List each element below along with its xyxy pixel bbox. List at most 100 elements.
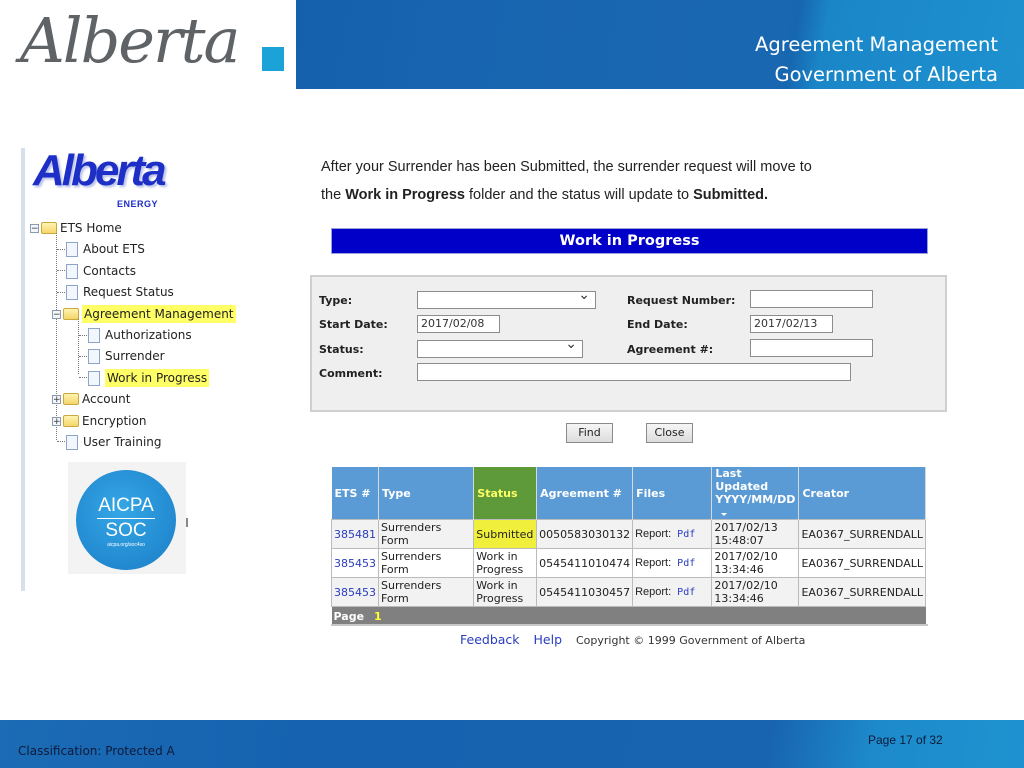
tree-item-work-in-progress[interactable]: Work in Progress — [88, 369, 210, 387]
ets-link[interactable]: 385453 — [334, 586, 376, 599]
page-number: Page 17 of 32 — [868, 733, 943, 747]
col-header-last-updated[interactable]: Last Updated YYYY/MM/DD — [711, 467, 800, 520]
request-number-input[interactable] — [750, 290, 873, 308]
pager-page-link[interactable]: 1 — [374, 610, 382, 623]
col-header-type[interactable]: Type — [378, 467, 475, 520]
type-cell: Surrenders Form — [377, 548, 475, 578]
pager-row: Page 1 — [331, 606, 926, 625]
tree-item-label: About ETS — [83, 242, 145, 256]
table-row: 385453 Surrenders Form Work in Progress … — [331, 577, 926, 607]
pdf-link[interactable]: Pdf — [677, 587, 695, 598]
date-text: 2017/02/13 — [714, 521, 778, 534]
collapse-icon[interactable]: − — [52, 309, 61, 319]
tree-item-authorizations[interactable]: Authorizations — [88, 326, 192, 344]
tree-item-label: Work in Progress — [105, 369, 210, 387]
close-button[interactable]: Close — [646, 423, 693, 443]
alberta-logo: Alberta — [0, 0, 296, 89]
ets-link[interactable]: 385453 — [334, 557, 376, 570]
col-header-files[interactable]: Files — [632, 467, 713, 520]
find-button[interactable]: Find — [566, 423, 613, 443]
tree-item-label: Request Status — [83, 285, 174, 299]
time-text: 15:48:07 — [714, 534, 764, 547]
feedback-link[interactable]: Feedback — [460, 632, 520, 647]
creator-cell: EA0367_SURRENDALL — [798, 519, 926, 549]
page-icon — [88, 370, 100, 386]
bold-text: Work in Progress — [345, 187, 465, 203]
tree-connector — [79, 335, 87, 336]
header-title: Agreement Management Government of Alber… — [755, 30, 998, 90]
end-date-input[interactable]: 2017/02/13 — [750, 315, 833, 333]
tree-item-account[interactable]: + Account — [52, 390, 130, 408]
col-header-creator[interactable]: Creator — [798, 467, 926, 520]
copyright-text: Copyright © 1999 Government of Alberta — [576, 634, 806, 647]
tree-connector — [79, 377, 87, 378]
text-span: the — [321, 187, 346, 203]
files-cell: Report: Pdf — [632, 577, 713, 607]
time-text: 13:34:46 — [714, 563, 764, 576]
type-select[interactable] — [417, 287, 596, 309]
tree-item-label: Account — [82, 392, 131, 406]
aicpa-soc-badge: AICPA SOC aicpa.org/soc4so — [68, 462, 186, 574]
nav-border — [21, 148, 25, 591]
files-cell: Report: Pdf — [632, 548, 713, 578]
tree-item-label: ETS Home — [60, 221, 122, 235]
tree-item-about-ets[interactable]: About ETS — [66, 240, 145, 258]
tree-item-contacts[interactable]: Contacts — [66, 262, 136, 280]
tree-item-label: Agreement Management — [82, 305, 236, 323]
tree-connector — [57, 270, 65, 271]
request-number-label: Request Number: — [627, 294, 736, 307]
tree-item-label: Contacts — [83, 264, 136, 278]
help-link[interactable]: Help — [534, 632, 563, 647]
alberta-logo-square-icon — [262, 47, 284, 71]
type-cell: Surrenders Form — [377, 577, 475, 607]
col-header-agreement[interactable]: Agreement # — [536, 467, 634, 520]
tree-item-encryption[interactable]: + Encryption — [52, 412, 146, 430]
collapse-icon[interactable]: − — [30, 223, 39, 233]
header-band: Agreement Management Government of Alber… — [296, 0, 1024, 89]
expand-icon[interactable]: + — [52, 394, 61, 404]
pager-cell: Page 1 — [331, 606, 926, 625]
status-select[interactable] — [417, 336, 583, 358]
ets-link[interactable]: 385481 — [334, 528, 376, 541]
pager-label: Page — [333, 609, 365, 623]
tree-item-ets-home[interactable]: − ETS Home — [30, 219, 122, 237]
bold-text: Submitted. — [693, 187, 769, 203]
creator-cell: EA0367_SURRENDALL — [798, 577, 926, 607]
tree-connector — [79, 356, 87, 357]
aicpa-soc-logo: AICPA SOC aicpa.org/soc4so — [76, 470, 176, 570]
status-cell: Submitted — [473, 519, 538, 549]
header-text: Last Updated — [715, 467, 769, 493]
badge-line2: SOC — [105, 520, 147, 541]
footer-divider — [331, 624, 928, 626]
tree-item-agreement-management[interactable]: − Agreement Management — [52, 305, 236, 323]
tree-item-label: Encryption — [82, 414, 147, 428]
expand-icon[interactable]: + — [52, 416, 61, 426]
tree-item-surrender[interactable]: Surrender — [88, 347, 165, 365]
tree-item-request-status[interactable]: Request Status — [66, 283, 174, 301]
files-label: Report: — [635, 527, 672, 540]
type-cell: Surrenders Form — [377, 519, 475, 549]
energy-logo-text: Alberta — [33, 146, 167, 195]
instruction-line1: After your Surrender has been Submitted,… — [321, 159, 812, 175]
comment-input[interactable] — [417, 363, 851, 381]
tree-item-label: User Training — [83, 435, 162, 449]
tree-item-user-training[interactable]: User Training — [66, 433, 162, 451]
tree-item-label: Surrender — [105, 349, 165, 363]
agreement-cell: 0545411030457 — [536, 577, 634, 607]
alberta-energy-logo: Alberta ENERGY — [33, 146, 167, 212]
table-header-row: ETS # Type Status Agreement # Files Last… — [331, 467, 926, 520]
agreement-cell: 0050583030132 — [536, 519, 634, 549]
results-table: ETS # Type Status Agreement # Files Last… — [331, 467, 926, 625]
col-header-status[interactable]: Status — [473, 467, 538, 520]
cursor-mark — [186, 518, 188, 527]
pdf-link[interactable]: Pdf — [677, 529, 695, 540]
start-date-input[interactable]: 2017/02/08 — [417, 315, 500, 333]
folder-icon — [63, 415, 79, 427]
pdf-link[interactable]: Pdf — [677, 558, 695, 569]
col-header-ets[interactable]: ETS # — [331, 467, 379, 520]
date-text: 2017/02/10 — [714, 579, 778, 592]
agreement-cell: 0545411010474 — [536, 548, 634, 578]
tree-connector — [78, 318, 79, 374]
files-label: Report: — [635, 585, 672, 598]
agreement-number-input[interactable] — [750, 339, 873, 357]
